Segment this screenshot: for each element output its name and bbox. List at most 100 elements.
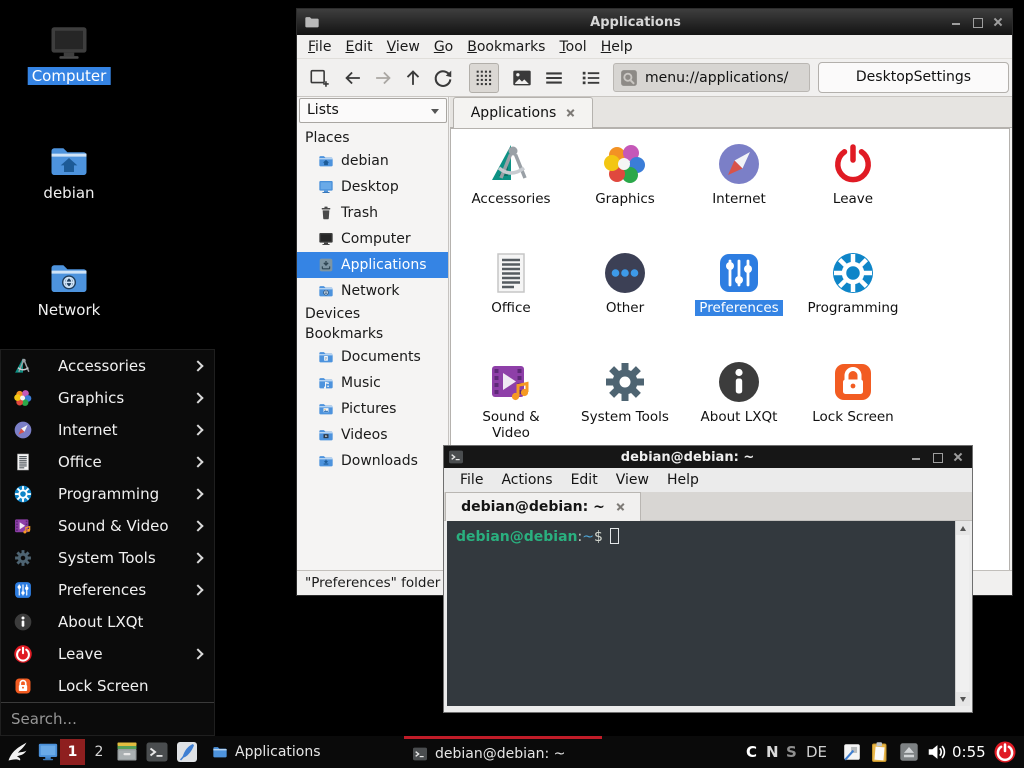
folder-preferences[interactable]: Preferences: [682, 243, 796, 352]
sidebar-item-pictures[interactable]: Pictures: [297, 396, 448, 422]
thumbnail-view-icon[interactable]: [511, 67, 533, 89]
menu-edit[interactable]: Edit: [562, 472, 607, 488]
terminal-scrollbar[interactable]: [955, 521, 969, 706]
sidebar-item-music[interactable]: Music: [297, 370, 448, 396]
menu-item-office[interactable]: Office: [1, 446, 214, 478]
num-lock-indicator[interactable]: N: [766, 736, 779, 768]
reload-icon[interactable]: [432, 67, 454, 89]
folder-label: Office: [487, 300, 534, 316]
menu-file[interactable]: File: [301, 39, 338, 55]
folder-programming[interactable]: Programming: [796, 243, 910, 352]
folder-internet[interactable]: Internet: [682, 134, 796, 243]
workspace-1-button[interactable]: 1: [60, 739, 85, 765]
menu-bookmarks[interactable]: Bookmarks: [460, 39, 552, 55]
sidebar-item-desktop[interactable]: Desktop: [297, 174, 448, 200]
sidebar-item-applications[interactable]: Applications: [297, 252, 448, 278]
folder-office[interactable]: Office: [454, 243, 568, 352]
menu-tool[interactable]: Tool: [552, 39, 593, 55]
terminal-launcher[interactable]: [145, 740, 169, 764]
menu-view[interactable]: View: [380, 39, 427, 55]
back-icon[interactable]: [342, 67, 364, 89]
tab-close-icon[interactable]: [616, 503, 625, 512]
sidebar-item-debian[interactable]: debian: [297, 148, 448, 174]
sidebar-mode-dropdown[interactable]: Lists: [299, 98, 447, 123]
menu-item-accessories[interactable]: Accessories: [1, 350, 214, 382]
menu-view[interactable]: View: [607, 472, 658, 488]
featherpad-launcher[interactable]: [175, 740, 199, 764]
forward-icon[interactable]: [372, 67, 394, 89]
maximize-button[interactable]: [932, 452, 942, 462]
workspace-2-button[interactable]: 2: [88, 739, 110, 765]
folder-other[interactable]: Other: [568, 243, 682, 352]
menu-item-label: About LXQt: [58, 613, 143, 631]
menu-edit[interactable]: Edit: [338, 39, 379, 55]
menu-item-graphics[interactable]: Graphics: [1, 382, 214, 414]
file-manager-launcher[interactable]: [115, 740, 139, 764]
menu-go[interactable]: Go: [427, 39, 460, 55]
terminal-screen[interactable]: debian@debian:~$: [447, 521, 969, 706]
menu-item-preferences[interactable]: Preferences: [1, 574, 214, 606]
sidebar-item-downloads[interactable]: Downloads: [297, 448, 448, 474]
clipboard-icon[interactable]: [868, 740, 892, 764]
keyboard-layout-indicator[interactable]: DE: [806, 736, 827, 768]
terminal-tab[interactable]: debian@debian: ~: [445, 492, 641, 521]
sidebar-item-computer[interactable]: Computer: [297, 226, 448, 252]
menu-item-internet[interactable]: Internet: [1, 414, 214, 446]
terminal-titlebar[interactable]: debian@debian: ~: [444, 446, 972, 468]
task-applications[interactable]: Applications: [204, 736, 402, 768]
desktop-icon-label[interactable]: Network: [34, 301, 105, 319]
menu-item-programming[interactable]: Programming: [1, 478, 214, 510]
menu-item-about-lxqt[interactable]: About LXQt: [1, 606, 214, 638]
file-manager-titlebar[interactable]: Applications: [297, 9, 1012, 35]
scroll-lock-indicator[interactable]: S: [786, 736, 797, 768]
address-bar[interactable]: menu://applications/: [613, 63, 810, 92]
detailed-view-icon[interactable]: [580, 67, 602, 89]
power-button[interactable]: [993, 740, 1017, 764]
new-tab-icon[interactable]: [309, 67, 331, 89]
lxqt-menu-button[interactable]: [6, 740, 30, 764]
graphics-icon: [601, 140, 649, 188]
menu-item-sound-video[interactable]: Sound & Video: [1, 510, 214, 542]
sidebar-item-videos[interactable]: Videos: [297, 422, 448, 448]
home-folder-desktop-icon[interactable]: [46, 140, 92, 182]
up-icon[interactable]: [402, 67, 424, 89]
folder-graphics[interactable]: Graphics: [568, 134, 682, 243]
computer-desktop-icon[interactable]: [47, 22, 91, 64]
caps-lock-indicator[interactable]: C: [746, 736, 757, 768]
desktop-icon-label[interactable]: debian: [39, 184, 98, 202]
menu-item-lock-screen[interactable]: Lock Screen: [1, 670, 214, 702]
sidebar-item-network[interactable]: Network: [297, 278, 448, 304]
volume-icon[interactable]: [926, 741, 948, 763]
minimize-button[interactable]: [951, 17, 961, 27]
menu-item-leave[interactable]: Leave: [1, 638, 214, 670]
menu-search-input[interactable]: Search...: [1, 702, 214, 736]
menu-help[interactable]: Help: [594, 39, 640, 55]
icon-view-button[interactable]: [469, 63, 499, 93]
close-button[interactable]: [993, 17, 1003, 27]
clock[interactable]: 0:55: [952, 736, 986, 768]
menu-actions[interactable]: Actions: [492, 472, 561, 488]
menu-file[interactable]: File: [451, 472, 492, 488]
network-folder-desktop-icon[interactable]: [46, 257, 92, 299]
folder-leave[interactable]: Leave: [796, 134, 910, 243]
tab-applications[interactable]: Applications: [453, 97, 593, 128]
sidebar-item-trash[interactable]: Trash: [297, 200, 448, 226]
home-folder-icon: [318, 153, 334, 169]
show-desktop-button[interactable]: [37, 741, 59, 763]
desktop-settings-button[interactable]: DesktopSettings: [818, 62, 1009, 93]
sidebar-item-documents[interactable]: Documents: [297, 344, 448, 370]
scroll-up-icon[interactable]: [956, 521, 970, 535]
screenshot-tool-icon[interactable]: [841, 741, 863, 763]
maximize-button[interactable]: [972, 17, 982, 27]
folder-accessories[interactable]: Accessories: [454, 134, 568, 243]
removable-media-eject-icon[interactable]: [898, 741, 920, 763]
menu-help[interactable]: Help: [658, 472, 708, 488]
desktop-icon-label[interactable]: Computer: [28, 67, 111, 85]
compact-view-icon[interactable]: [543, 67, 565, 89]
task-terminal[interactable]: debian@debian: ~: [404, 736, 602, 768]
scroll-down-icon[interactable]: [956, 692, 970, 706]
tab-close-icon[interactable]: [566, 109, 575, 118]
minimize-button[interactable]: [911, 452, 921, 462]
menu-item-system-tools[interactable]: System Tools: [1, 542, 214, 574]
close-button[interactable]: [953, 452, 963, 462]
